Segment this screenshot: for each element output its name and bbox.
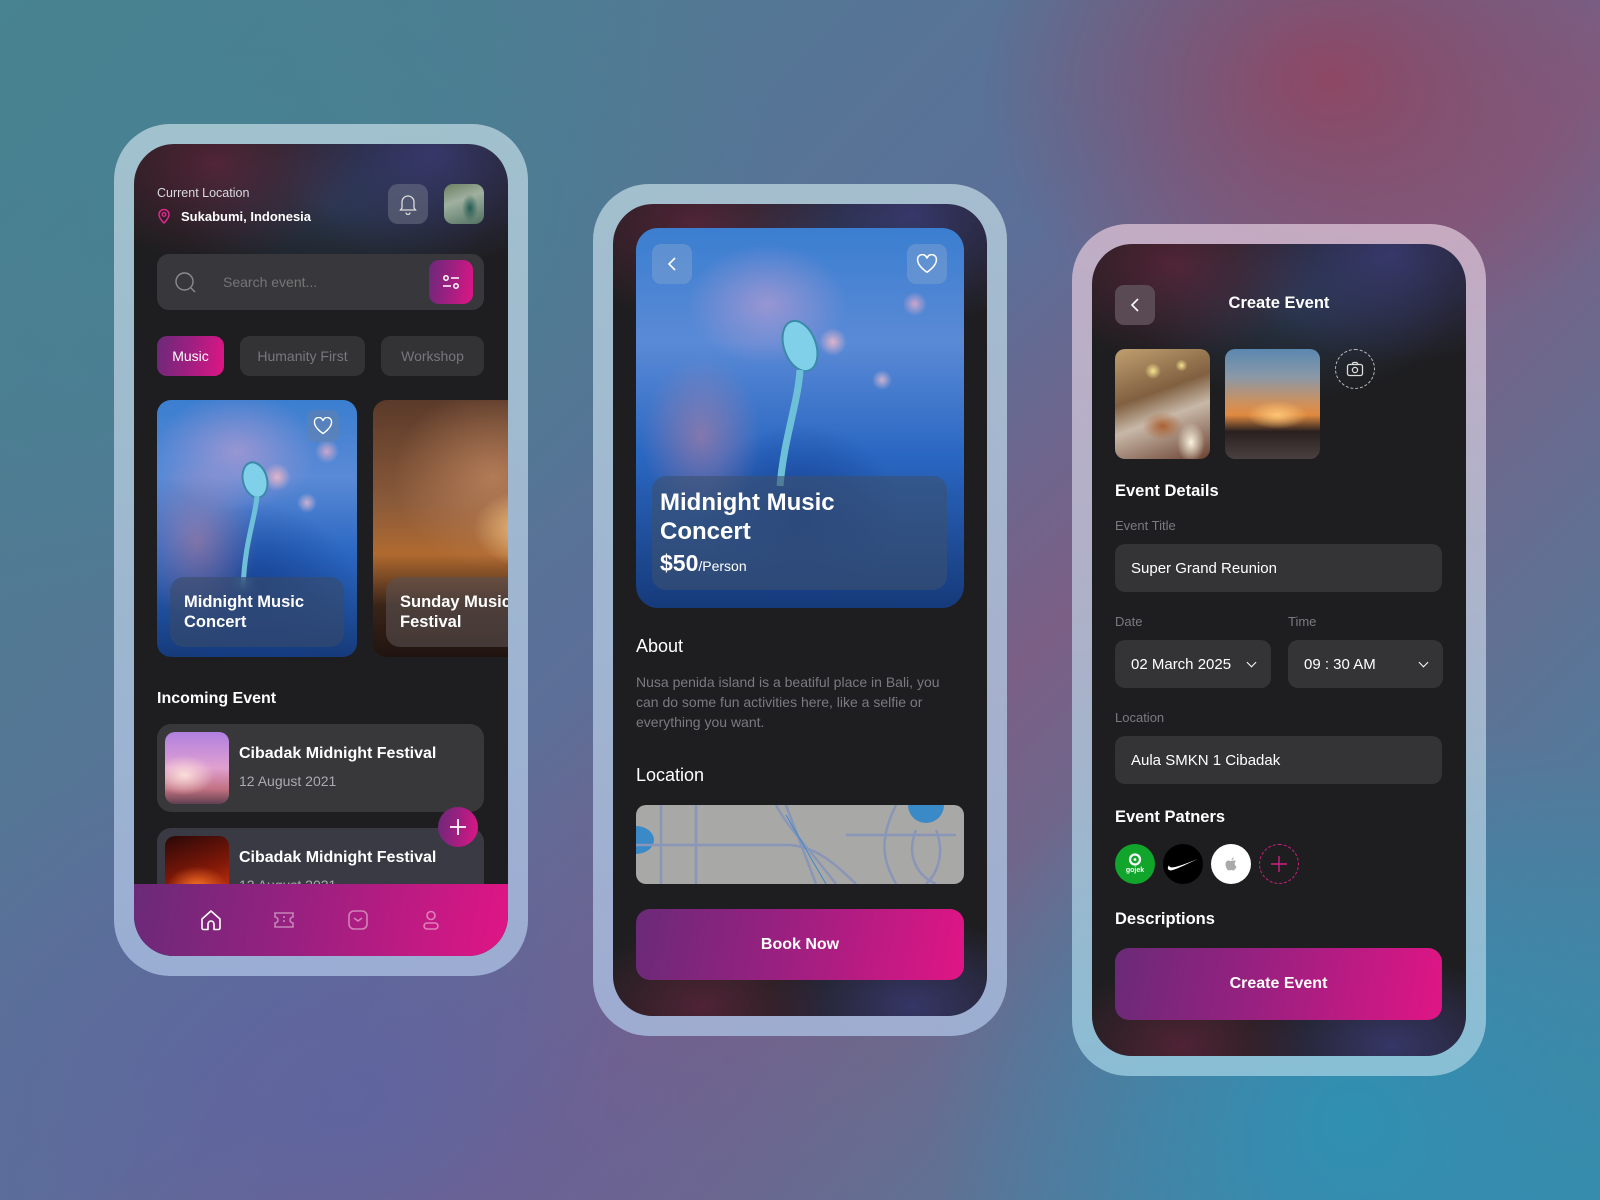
date-label: Date xyxy=(1115,614,1143,629)
event-title-field[interactable]: Super Grand Reunion xyxy=(1115,544,1442,592)
event-title-line2: Concert xyxy=(660,518,751,545)
location-heading: Location xyxy=(636,765,705,785)
event-partners-heading: Event Patners xyxy=(1115,808,1226,826)
notification-button[interactable] xyxy=(388,184,428,224)
add-photo-button[interactable] xyxy=(1335,349,1375,389)
create-event-button[interactable]: Create Event xyxy=(1115,948,1442,1020)
ticket-icon[interactable] xyxy=(272,908,296,932)
featured-title-line2: Festival xyxy=(400,613,462,631)
current-location-label: Current Location xyxy=(157,186,250,200)
featured-card-title-box: Sunday Music Festival xyxy=(386,577,508,647)
descriptions-heading: Descriptions xyxy=(1115,910,1215,928)
date-select[interactable]: 02 March 2025 xyxy=(1115,640,1271,688)
filter-button[interactable] xyxy=(429,260,473,304)
nike-logo-icon xyxy=(1167,859,1198,871)
category-chip-workshop[interactable]: Workshop xyxy=(381,336,484,376)
pin-icon xyxy=(158,208,170,224)
home-icon[interactable] xyxy=(199,908,223,932)
add-event-fab[interactable] xyxy=(438,807,478,847)
heart-icon xyxy=(313,417,333,435)
gojek-label: gojek xyxy=(1125,867,1145,874)
user-avatar[interactable] xyxy=(444,184,484,224)
event-price: $50 xyxy=(660,550,699,576)
event-price-unit: /Person xyxy=(698,558,747,574)
featured-title-line1: Sunday Music xyxy=(400,593,508,611)
favorite-button[interactable] xyxy=(907,244,947,284)
event-title-label: Event Title xyxy=(1115,518,1176,533)
microphone-graphic xyxy=(240,461,269,589)
location-label: Location xyxy=(1115,710,1165,725)
phone-home: Current Location Sukabumi, Indonesia Mus… xyxy=(114,124,528,976)
chevron-left-icon xyxy=(667,257,676,271)
detail-screen: Midnight Music Concert $50/Person About … xyxy=(613,204,987,1016)
chevron-down-icon xyxy=(1418,657,1429,667)
incoming-event-item[interactable]: Cibadak Midnight Festival 12 August 2021 xyxy=(157,724,484,812)
location-field[interactable]: Aula SMKN 1 Cibadak xyxy=(1115,736,1442,784)
profile-icon[interactable] xyxy=(419,908,443,932)
event-photo[interactable] xyxy=(1115,349,1210,459)
bottom-nav xyxy=(134,884,508,956)
featured-title-line1: Midnight Music xyxy=(184,593,305,611)
incoming-event-heading: Incoming Event xyxy=(157,690,277,707)
filter-icon xyxy=(443,275,459,289)
location-selector[interactable]: Sukabumi, Indonesia xyxy=(157,208,311,224)
gojek-logo-icon xyxy=(1128,853,1142,866)
apple-logo-icon xyxy=(1225,857,1237,871)
book-now-button[interactable]: Book Now xyxy=(636,909,964,980)
event-details-heading: Event Details xyxy=(1115,482,1219,500)
heart-icon xyxy=(916,254,938,274)
featured-card-title-box: Midnight Music Concert xyxy=(170,577,344,647)
phone-event-detail: Midnight Music Concert $50/Person About … xyxy=(593,184,1007,1036)
location-map[interactable] xyxy=(636,805,964,884)
featured-card[interactable]: Sunday Music Festival xyxy=(373,400,508,657)
featured-card[interactable]: Midnight Music Concert xyxy=(157,400,357,657)
event-title: Cibadak Midnight Festival xyxy=(239,745,437,762)
location-value: Sukabumi, Indonesia xyxy=(181,208,312,224)
inbox-icon[interactable] xyxy=(346,908,370,932)
map-graphic xyxy=(636,805,956,884)
microphone-graphic xyxy=(776,319,819,487)
chevron-down-icon xyxy=(1246,657,1257,667)
time-value: 09 : 30 AM xyxy=(1304,655,1376,673)
event-title-line1: Midnight Music xyxy=(660,489,835,516)
event-thumbnail xyxy=(165,732,229,804)
back-button[interactable] xyxy=(652,244,692,284)
event-date: 12 August 2021 xyxy=(239,773,337,789)
partner-gojek[interactable]: gojek xyxy=(1115,844,1155,884)
home-screen: Current Location Sukabumi, Indonesia Mus… xyxy=(134,144,508,956)
camera-icon xyxy=(1346,361,1364,377)
featured-title-line2: Concert xyxy=(184,613,247,631)
search-input[interactable] xyxy=(223,268,413,296)
about-heading: About xyxy=(636,636,684,656)
event-title: Cibadak Midnight Festival xyxy=(239,849,437,866)
event-info-box: Midnight Music Concert $50/Person xyxy=(652,476,947,590)
about-text: Nusa penida island is a beatiful place i… xyxy=(636,674,940,730)
add-partner-button[interactable] xyxy=(1259,844,1299,884)
event-hero-image: Midnight Music Concert $50/Person xyxy=(636,228,964,608)
category-chip-music[interactable]: Music xyxy=(157,336,224,376)
date-value: 02 March 2025 xyxy=(1131,655,1232,673)
partner-apple[interactable] xyxy=(1211,844,1251,884)
search-icon xyxy=(175,272,196,293)
category-chip-humanity-first[interactable]: Humanity First xyxy=(240,336,365,376)
page-title: Create Event xyxy=(1228,294,1330,312)
event-photo[interactable] xyxy=(1225,349,1320,459)
search-bar[interactable] xyxy=(157,254,484,310)
create-screen: Create Event Event Details Event Title S… xyxy=(1092,244,1466,1056)
plus-icon xyxy=(1271,856,1287,872)
bell-icon xyxy=(399,195,417,215)
favorite-button[interactable] xyxy=(307,410,339,442)
time-label: Time xyxy=(1288,614,1317,629)
time-select[interactable]: 09 : 30 AM xyxy=(1288,640,1443,688)
plus-icon xyxy=(450,819,466,835)
phone-create-event: Create Event Event Details Event Title S… xyxy=(1072,224,1486,1076)
partner-nike[interactable] xyxy=(1163,844,1203,884)
